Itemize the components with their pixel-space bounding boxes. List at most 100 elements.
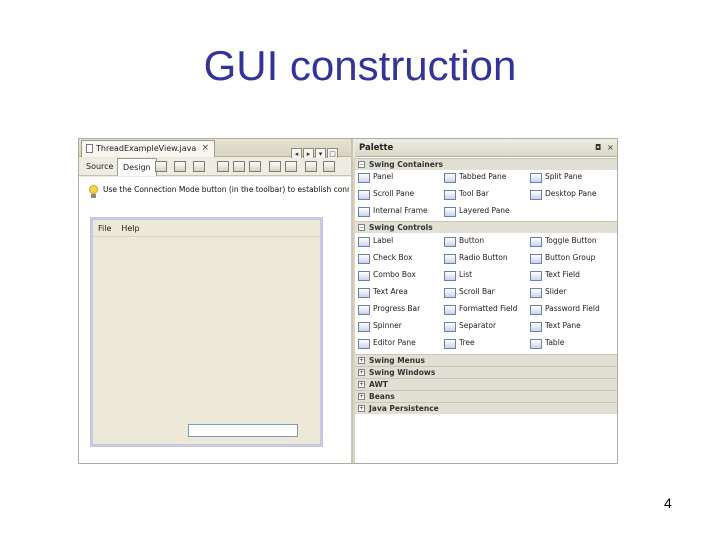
expand-icon: +	[358, 393, 365, 400]
category-beans[interactable]: + Beans	[355, 390, 617, 402]
file-tab[interactable]: ThreadExampleView.java ×	[81, 140, 215, 157]
category-swing-containers[interactable]: − Swing Containers	[355, 158, 617, 170]
expand-icon: +	[358, 405, 365, 412]
preview-design-icon[interactable]	[193, 161, 205, 172]
ide-screenshot: ThreadExampleView.java × ◂ ▸ ▾ □ Source Des…	[78, 138, 618, 464]
progress-bar-icon	[358, 305, 370, 315]
lightbulb-icon	[89, 185, 98, 194]
password-field-icon	[530, 305, 542, 315]
palette-item[interactable]: Desktop Pane	[529, 189, 596, 203]
palette-item[interactable]: Text Field	[529, 270, 580, 284]
spinner-icon	[358, 322, 370, 332]
palette-item[interactable]: Text Pane	[529, 321, 581, 335]
close-tab-icon[interactable]: ×	[201, 143, 209, 153]
palette-item[interactable]: Scroll Bar	[443, 287, 495, 301]
category-swing-menus[interactable]: + Swing Menus	[355, 354, 617, 366]
selection-mode-icon[interactable]	[155, 161, 167, 172]
palette-item[interactable]: Table	[529, 338, 564, 352]
close-window-icon[interactable]: ×	[607, 143, 614, 152]
menu-file[interactable]: File	[98, 224, 111, 233]
split-pane-icon	[530, 173, 542, 183]
form-text-field[interactable]	[188, 424, 298, 437]
category-java-persistence[interactable]: + Java Persistence	[355, 402, 617, 414]
palette-item[interactable]: Panel	[357, 172, 393, 186]
palette-item[interactable]: Tabbed Pane	[443, 172, 506, 186]
palette-item[interactable]: Progress Bar	[357, 304, 420, 318]
panel-icon	[358, 173, 370, 183]
tool-bar-icon	[444, 190, 456, 200]
expand-icon: +	[358, 381, 365, 388]
palette-title: Palette	[359, 143, 394, 153]
align-left-icon[interactable]	[217, 161, 229, 172]
palette-item[interactable]: Spinner	[357, 321, 402, 335]
formatted-field-icon	[444, 305, 456, 315]
design-canvas: File Help	[79, 217, 351, 463]
palette-item[interactable]: Slider	[529, 287, 566, 301]
palette-item[interactable]: Layered Pane	[443, 206, 510, 220]
palette-item[interactable]: Text Area	[357, 287, 408, 301]
palette-item[interactable]: List	[443, 270, 472, 284]
palette-item[interactable]: Password Field	[529, 304, 600, 318]
palette-item[interactable]: Scroll Pane	[357, 189, 414, 203]
form-editor: ThreadExampleView.java × ◂ ▸ ▾ □ Source Des…	[79, 139, 351, 463]
expand-icon: +	[358, 357, 365, 364]
minimize-window-icon[interactable]: ◘	[595, 143, 601, 152]
table-icon	[530, 339, 542, 349]
palette-item[interactable]: Tree	[443, 338, 475, 352]
connection-mode-icon[interactable]	[174, 161, 186, 172]
internal-frame-icon	[358, 207, 370, 217]
hint-text: Use the Connection Mode button (in the t…	[103, 185, 349, 194]
form-content-area[interactable]	[93, 237, 320, 420]
palette-item[interactable]: Formatted Field	[443, 304, 517, 318]
editor-toolbar: Source Design	[79, 158, 351, 176]
list-icon	[444, 271, 456, 281]
tabbed-pane-icon	[444, 173, 456, 183]
align-top-icon[interactable]	[269, 161, 281, 172]
editor-pane-icon	[358, 339, 370, 349]
palette-item[interactable]: Check Box	[357, 253, 412, 267]
category-swing-windows[interactable]: + Swing Windows	[355, 366, 617, 378]
tab-nav-buttons: ◂ ▸ ▾ □	[291, 141, 339, 161]
category-swing-controls[interactable]: − Swing Controls	[355, 221, 617, 233]
scroll-bar-icon	[444, 288, 456, 298]
palette-item[interactable]: Button	[443, 236, 484, 250]
palette-item[interactable]: Tool Bar	[443, 189, 489, 203]
palette-item[interactable]: Internal Frame	[357, 206, 428, 220]
expand-icon: +	[358, 369, 365, 376]
palette-item[interactable]: Button Group	[529, 253, 595, 267]
palette-item[interactable]: Separator	[443, 321, 496, 335]
tab-design[interactable]: Design	[117, 158, 157, 176]
tab-source[interactable]: Source	[81, 158, 120, 176]
palette-item[interactable]: Editor Pane	[357, 338, 416, 352]
align-bottom-icon[interactable]	[285, 161, 297, 172]
resize-vertical-icon[interactable]	[323, 161, 335, 172]
editor-tab-bar: ThreadExampleView.java × ◂ ▸ ▾ □	[79, 139, 351, 161]
label-icon	[358, 237, 370, 247]
resize-horizontal-icon[interactable]	[305, 161, 317, 172]
jframe-preview[interactable]: File Help	[90, 217, 323, 447]
palette-item[interactable]: Combo Box	[357, 270, 416, 284]
palette-item[interactable]: Split Pane	[529, 172, 582, 186]
collapse-icon: −	[358, 161, 365, 168]
center-horizontally-icon[interactable]	[249, 161, 261, 172]
align-right-icon[interactable]	[233, 161, 245, 172]
scroll-pane-icon	[358, 190, 370, 200]
tree-icon	[444, 339, 456, 349]
combo-box-icon	[358, 271, 370, 281]
palette-header: Palette ◘ ×	[355, 139, 617, 157]
button-group-icon	[530, 254, 542, 264]
desktop-pane-icon	[530, 190, 542, 200]
text-field-icon	[530, 271, 542, 281]
hint-bar: Use the Connection Mode button (in the t…	[79, 177, 351, 217]
lightbulb-base	[91, 194, 96, 198]
check-box-icon	[358, 254, 370, 264]
text-area-icon	[358, 288, 370, 298]
palette-item[interactable]: Toggle Button	[529, 236, 597, 250]
page-number: 4	[664, 495, 672, 511]
category-awt[interactable]: + AWT	[355, 378, 617, 390]
file-tab-label: ThreadExampleView.java	[96, 144, 197, 153]
menu-help[interactable]: Help	[121, 224, 139, 233]
palette-item[interactable]: Radio Button	[443, 253, 508, 267]
form-menubar: File Help	[93, 220, 320, 237]
palette-item[interactable]: Label	[357, 236, 393, 250]
